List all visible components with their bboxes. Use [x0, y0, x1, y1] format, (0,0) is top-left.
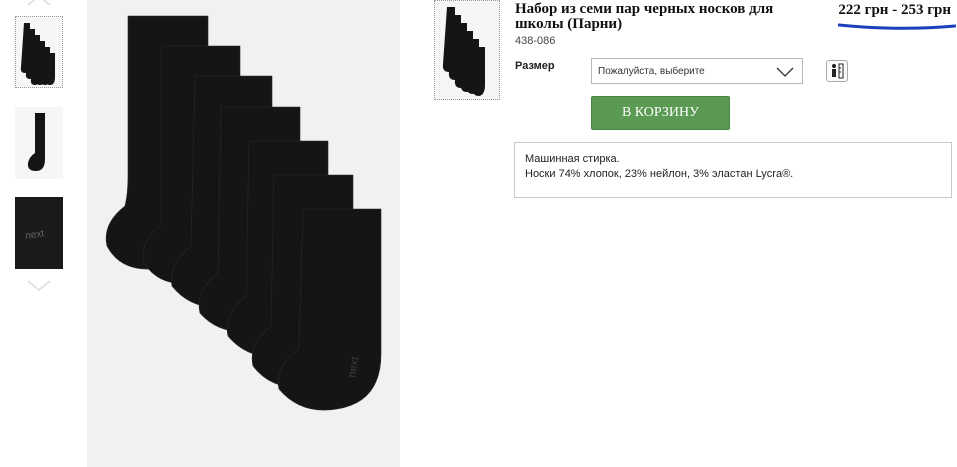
main-product-image: next — [87, 0, 400, 467]
thumbnail-single-sock[interactable] — [15, 107, 63, 179]
next-logo-closeup-thumbnail-icon: next — [25, 228, 45, 242]
single-sock-thumbnail-icon — [27, 113, 45, 171]
sock-pack-image-icon: next — [105, 15, 382, 411]
chevron-down-icon[interactable] — [26, 280, 52, 292]
price-underline-mark — [838, 23, 956, 30]
chevron-up-icon[interactable] — [26, 0, 52, 6]
product-title: Набор из семи пар черных носков для школ… — [515, 1, 774, 32]
sock-pack-mini-icon — [442, 7, 485, 96]
svg-text:next: next — [25, 228, 45, 242]
product-code: 438-086 — [515, 35, 556, 47]
product-description: Машинная стирка. Носки 74% хлопок, 23% н… — [514, 142, 952, 198]
description-line-2: Носки 74% хлопок, 23% нейлон, 3% эластан… — [525, 168, 794, 180]
size-label: Размер — [515, 60, 555, 72]
product-thumbnail — [434, 0, 500, 100]
thumbnail-logo-closeup[interactable]: next — [15, 197, 63, 269]
sock-pack-thumbnail-icon — [20, 23, 55, 85]
chevron-down-icon — [776, 67, 794, 77]
size-select[interactable]: Пожалуйста, выберите — [591, 58, 803, 84]
size-guide-icon — [832, 63, 844, 79]
size-select-value: Пожалуйста, выберите — [598, 66, 705, 77]
thumbnail-gallery: next — [10, 0, 70, 467]
description-line-1: Машинная стирка. — [525, 153, 620, 165]
add-to-cart-button[interactable]: В КОРЗИНУ — [591, 96, 730, 130]
size-guide-button[interactable] — [826, 60, 848, 82]
thumbnail-sock-pack[interactable] — [15, 16, 63, 88]
product-price: 222 грн - 253 грн — [838, 2, 951, 18]
